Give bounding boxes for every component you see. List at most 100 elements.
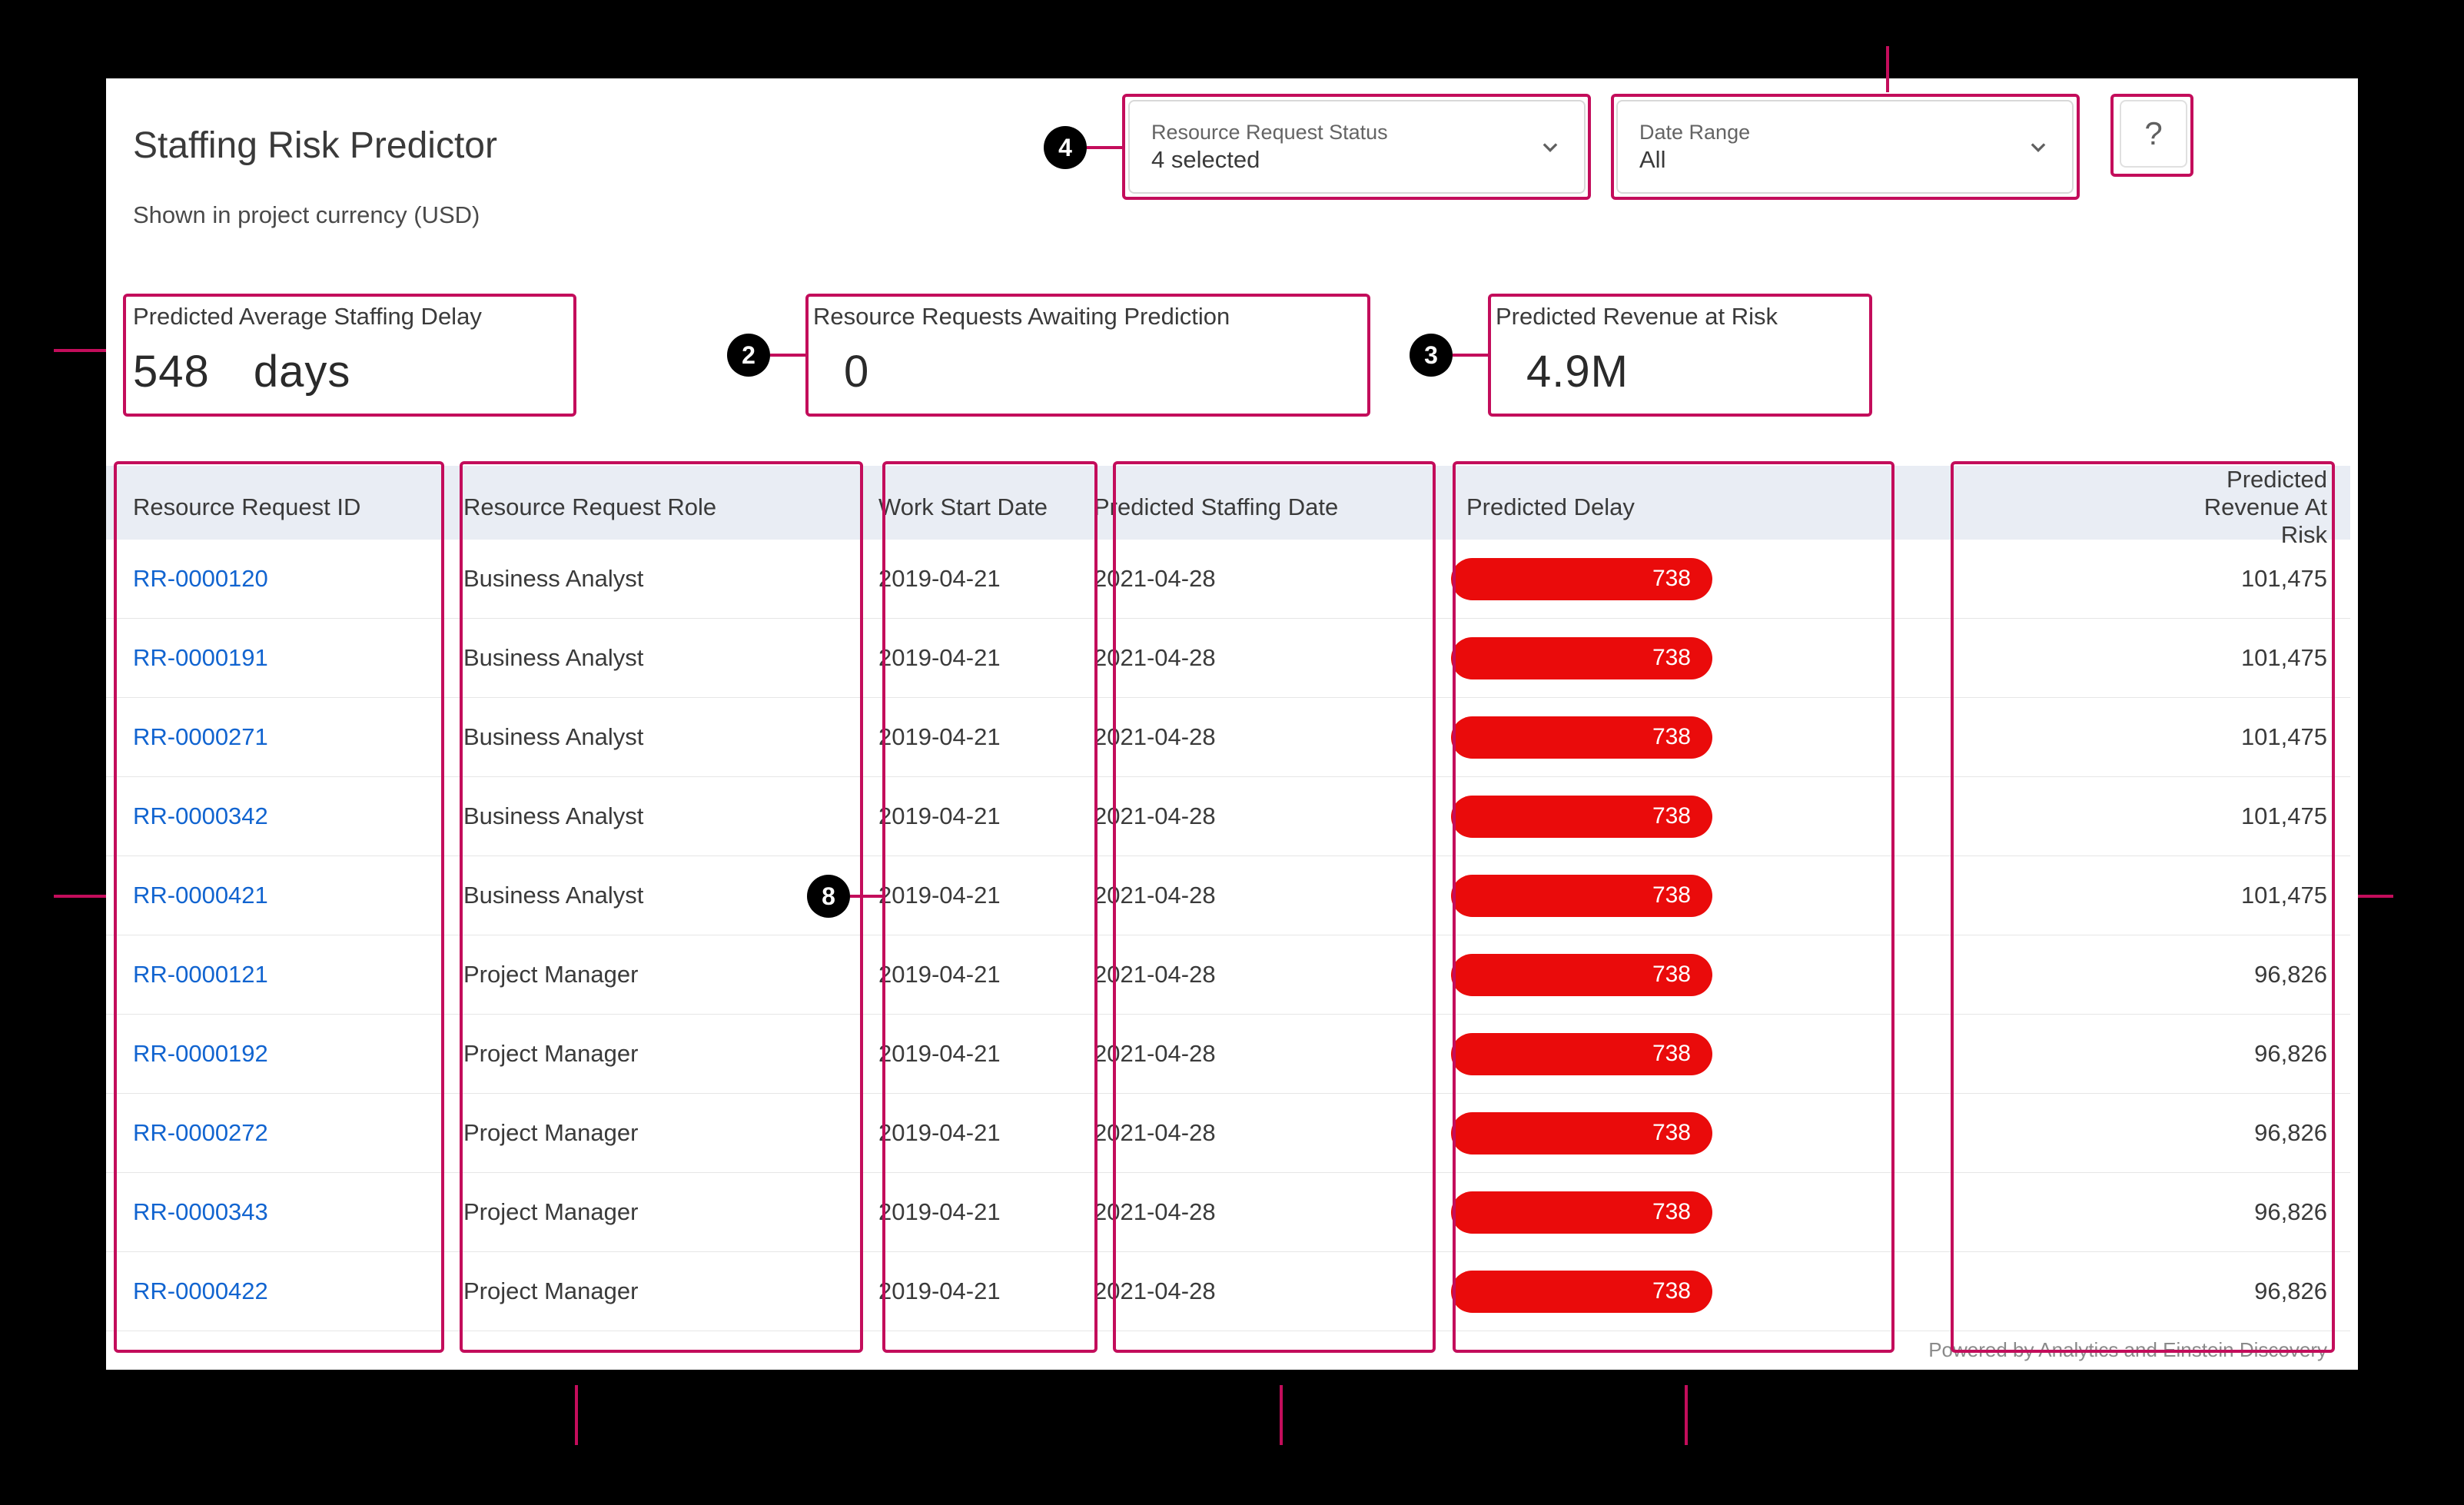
callout-label-11: 11 — [2393, 878, 2424, 911]
kpi-revenue-at-risk: Predicted Revenue at Risk 4.9M — [1496, 303, 1778, 397]
footer-text: Powered by Analytics and Einstein Discov… — [1928, 1338, 2327, 1362]
cell-id-link[interactable]: RR-0000272 — [106, 1119, 448, 1147]
cell-start-date: 2019-04-21 — [863, 961, 1086, 988]
cell-revenue: 96,826 — [2170, 961, 2335, 988]
cell-role: Project Manager — [448, 1277, 863, 1305]
cell-pred-date: 2021-04-28 — [1086, 644, 1428, 672]
filter-status-value: 4 selected — [1151, 146, 1562, 174]
cell-pred-date: 2021-04-28 — [1086, 723, 1428, 751]
cell-revenue: 96,826 — [2170, 1040, 2335, 1068]
kpi-value: 4.9M — [1526, 347, 1629, 397]
cell-start-date: 2019-04-21 — [863, 644, 1086, 672]
cell-pred-date: 2021-04-28 — [1086, 565, 1428, 593]
cell-delay: 738 — [1428, 716, 1793, 759]
data-table: Resource Request ID Resource Request Rol… — [106, 466, 2350, 1333]
cell-role: Project Manager — [448, 961, 863, 988]
cell-id-link[interactable]: RR-0000343 — [106, 1198, 448, 1226]
table-row: RR-0000422Project Manager2019-04-212021-… — [106, 1252, 2350, 1331]
col-header-id[interactable]: Resource Request ID — [106, 493, 448, 521]
cell-pred-date: 2021-04-28 — [1086, 1277, 1428, 1305]
delay-pill: 738 — [1451, 1112, 1712, 1154]
delay-pill: 738 — [1451, 558, 1712, 600]
col-header-delay[interactable]: Predicted Delay — [1428, 493, 1793, 521]
delay-pill: 738 — [1451, 716, 1712, 759]
filter-resource-request-status[interactable]: Resource Request Status 4 selected — [1128, 100, 1586, 194]
cell-pred-date: 2021-04-28 — [1086, 1119, 1428, 1147]
delay-pill: 738 — [1451, 875, 1712, 917]
cell-start-date: 2019-04-21 — [863, 882, 1086, 909]
cell-start-date: 2019-04-21 — [863, 1198, 1086, 1226]
filter-date-range[interactable]: Date Range All — [1616, 100, 2074, 194]
cell-role: Project Manager — [448, 1119, 863, 1147]
chevron-down-icon — [1538, 135, 1562, 159]
cell-role: Business Analyst — [448, 565, 863, 593]
cell-id-link[interactable]: RR-0000421 — [106, 882, 448, 909]
cell-id-link[interactable]: RR-0000121 — [106, 961, 448, 988]
cell-delay: 738 — [1428, 1112, 1793, 1154]
callout-label-9: 9 — [1268, 1445, 1284, 1478]
dashboard-panel: Staffing Risk Predictor Shown in project… — [106, 78, 2358, 1370]
callout-3: 3 — [1410, 334, 1453, 377]
table-row: RR-0000121Project Manager2019-04-212021-… — [106, 935, 2350, 1015]
cell-pred-date: 2021-04-28 — [1086, 1198, 1428, 1226]
cell-id-link[interactable]: RR-0000271 — [106, 723, 448, 751]
cell-start-date: 2019-04-21 — [863, 1040, 1086, 1068]
help-button[interactable]: ? — [2120, 100, 2187, 168]
cell-delay: 738 — [1428, 1191, 1793, 1234]
delay-pill: 738 — [1451, 1033, 1712, 1075]
delay-pill: 738 — [1451, 637, 1712, 679]
kpi-value: 0 — [844, 347, 869, 397]
cell-pred-date: 2021-04-28 — [1086, 1040, 1428, 1068]
delay-pill: 738 — [1451, 1271, 1712, 1313]
cell-role: Business Analyst — [448, 723, 863, 751]
kpi-label: Resource Requests Awaiting Prediction — [813, 303, 1230, 331]
col-header-revenue[interactable]: Predicted Revenue At Risk — [2170, 466, 2335, 549]
delay-pill: 738 — [1451, 954, 1712, 996]
callout-label-1: 1 — [29, 332, 45, 365]
cell-role: Project Manager — [448, 1040, 863, 1068]
delay-pill: 738 — [1451, 1191, 1712, 1234]
cell-start-date: 2019-04-21 — [863, 565, 1086, 593]
cell-role: Business Analyst — [448, 882, 863, 909]
cell-start-date: 2019-04-21 — [863, 802, 1086, 830]
cell-revenue: 96,826 — [2170, 1277, 2335, 1305]
cell-start-date: 2019-04-21 — [863, 1119, 1086, 1147]
col-header-pred-date[interactable]: Predicted Staffing Date — [1086, 493, 1428, 521]
cell-id-link[interactable]: RR-0000192 — [106, 1040, 448, 1068]
col-header-role[interactable]: Resource Request Role — [448, 493, 863, 521]
table-body[interactable]: RR-0000120Business Analyst2019-04-212021… — [106, 540, 2350, 1333]
cell-delay: 738 — [1428, 954, 1793, 996]
cell-pred-date: 2021-04-28 — [1086, 882, 1428, 909]
filter-date-value: All — [1639, 146, 2051, 174]
table-row: RR-0000343Project Manager2019-04-212021-… — [106, 1173, 2350, 1252]
cell-role: Business Analyst — [448, 644, 863, 672]
filter-status-label: Resource Request Status — [1151, 121, 1562, 145]
kpi-unit: days — [254, 347, 351, 397]
table-header-row: Resource Request ID Resource Request Rol… — [106, 466, 2350, 540]
cell-id-link[interactable]: RR-0000120 — [106, 565, 448, 593]
callout-8: 8 — [807, 875, 850, 918]
cell-id-link[interactable]: RR-0000422 — [106, 1277, 448, 1305]
cell-revenue: 101,475 — [2170, 723, 2335, 751]
table-row: RR-0000272Project Manager2019-04-212021-… — [106, 1094, 2350, 1173]
cell-delay: 738 — [1428, 796, 1793, 838]
cell-revenue: 101,475 — [2170, 882, 2335, 909]
cell-revenue: 96,826 — [2170, 1119, 2335, 1147]
chevron-down-icon — [2026, 135, 2051, 159]
filter-date-label: Date Range — [1639, 121, 2051, 145]
cell-delay: 738 — [1428, 1033, 1793, 1075]
table-row: RR-0000191Business Analyst2019-04-212021… — [106, 619, 2350, 698]
page-subtitle: Shown in project currency (USD) — [133, 201, 480, 229]
callout-label-6: 6 — [29, 878, 45, 911]
callout-label-7: 7 — [566, 1445, 582, 1478]
table-row: RR-0000271Business Analyst2019-04-212021… — [106, 698, 2350, 777]
cell-id-link[interactable]: RR-0000342 — [106, 802, 448, 830]
cell-delay: 738 — [1428, 558, 1793, 600]
kpi-avg-staffing-delay: Predicted Average Staffing Delay 548 day… — [133, 303, 482, 397]
table-row: RR-0000192Project Manager2019-04-212021-… — [106, 1015, 2350, 1094]
delay-pill: 738 — [1451, 796, 1712, 838]
cell-revenue: 101,475 — [2170, 644, 2335, 672]
cell-revenue: 101,475 — [2170, 565, 2335, 593]
cell-id-link[interactable]: RR-0000191 — [106, 644, 448, 672]
col-header-start[interactable]: Work Start Date — [863, 493, 1086, 521]
